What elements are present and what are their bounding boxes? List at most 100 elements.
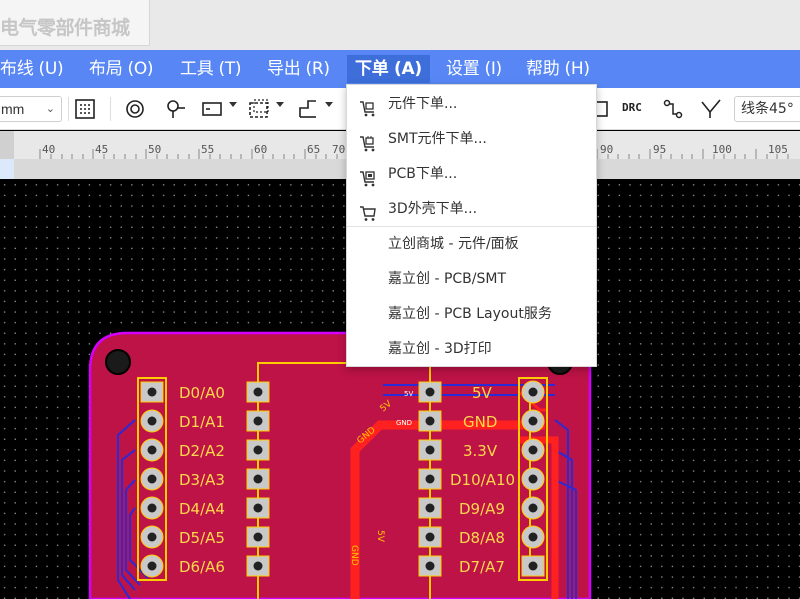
pin-label: D6/A6 xyxy=(179,558,225,576)
document-tab[interactable]: 电气零部件商城 xyxy=(0,0,150,46)
order-menu-dropdown: 元件下单... SMT元件下单... PCB下单... 3D外壳下单... 立创… xyxy=(346,84,597,367)
pad-hole xyxy=(528,416,538,426)
menu-item-jlc-pcb-smt[interactable]: 嘉立创 - PCB/SMT xyxy=(347,262,596,297)
rect-icon[interactable] xyxy=(201,98,223,120)
document-tab-title: 电气零部件商城 xyxy=(0,17,130,39)
cart-icon xyxy=(359,201,377,221)
pad-hole xyxy=(528,561,538,571)
net-label: GND xyxy=(396,419,412,427)
pin-label: D2/A2 xyxy=(179,442,225,460)
pin-label: 5V xyxy=(472,384,493,402)
ruler-tick: 50 xyxy=(148,143,161,156)
ruler-tick: 60 xyxy=(254,143,267,156)
pin-label: D5/A5 xyxy=(179,529,225,547)
menu-item-label: SMT元件下单... xyxy=(388,131,487,147)
component-order-icon xyxy=(359,96,377,117)
pad-hole xyxy=(253,445,263,455)
line-icon[interactable] xyxy=(297,98,319,120)
menu-bar: 布线 (U) 布局 (O) 工具 (T) 导出 (R) 下单 (A) 设置 (I… xyxy=(0,50,800,88)
route-icon[interactable] xyxy=(662,98,684,120)
pad-hole xyxy=(425,532,435,542)
unit-select[interactable]: mm ⌄ xyxy=(0,96,62,122)
pin-label: D9/A9 xyxy=(459,500,505,518)
pin-label: D1/A1 xyxy=(179,413,225,431)
menu-item-component-order[interactable]: 元件下单... xyxy=(347,87,596,122)
menu-item-label: 嘉立创 - PCB Layout服务 xyxy=(388,306,552,322)
net-label: GND xyxy=(349,545,359,566)
ruler-tick: 55 xyxy=(201,143,214,156)
ruler-tick: 40 xyxy=(42,143,55,156)
pin-label: D3/A3 xyxy=(179,471,225,489)
ruler-tick: 95 xyxy=(653,143,666,156)
menu-item-label: 立创商城 - 元件/面板 xyxy=(388,236,519,252)
pad-hole xyxy=(528,387,538,397)
pad-hole xyxy=(253,561,263,571)
ruler-tick: 100 xyxy=(712,143,732,156)
dashed-rect-icon[interactable] xyxy=(248,98,270,120)
chevron-down-icon[interactable] xyxy=(276,102,284,107)
pin-label: GND xyxy=(463,413,497,431)
menu-item-pcb-order[interactable]: PCB下单... xyxy=(347,157,596,192)
pin-label: D4/A4 xyxy=(179,500,225,518)
mounting-hole xyxy=(105,349,131,375)
route-mode-select[interactable]: 线条45° xyxy=(734,96,800,122)
chevron-down-icon[interactable] xyxy=(229,102,237,107)
pin-label: D0/A0 xyxy=(179,384,225,402)
pad-hole xyxy=(425,416,435,426)
pad-hole xyxy=(147,503,157,513)
pad-hole xyxy=(147,387,157,397)
pad-hole xyxy=(425,561,435,571)
pad-hole xyxy=(253,503,263,513)
menu-settings[interactable]: 设置 (I) xyxy=(446,55,502,83)
ruler-tick: 105 xyxy=(768,143,788,156)
menu-item-label: 元件下单... xyxy=(388,96,458,112)
pad-hole xyxy=(425,474,435,484)
via-icon[interactable] xyxy=(124,98,146,120)
menu-order[interactable]: 下单 (A) xyxy=(347,55,430,83)
pin-icon[interactable] xyxy=(165,98,187,120)
ruler-corner xyxy=(0,131,14,159)
menu-export[interactable]: 导出 (R) xyxy=(267,55,330,83)
menu-help[interactable]: 帮助 (H) xyxy=(526,55,590,83)
menu-layout[interactable]: 布局 (O) xyxy=(89,55,154,83)
smt-order-icon xyxy=(359,131,377,152)
chevron-down-icon: ⌄ xyxy=(45,103,55,115)
menu-tools[interactable]: 工具 (T) xyxy=(180,55,242,83)
pin-label: D8/A8 xyxy=(459,529,505,547)
pad-hole xyxy=(147,474,157,484)
pad-hole xyxy=(528,445,538,455)
drc-button[interactable]: DRC xyxy=(622,101,642,114)
tab-bar: 电气零部件商城 xyxy=(0,0,800,50)
pin-label: D7/A7 xyxy=(459,558,505,576)
menu-item-jlc-3d-print[interactable]: 嘉立创 - 3D打印 xyxy=(347,332,596,367)
menu-item-label: 3D外壳下单... xyxy=(388,201,478,217)
pad-hole xyxy=(425,503,435,513)
menu-item-label: 嘉立创 - PCB/SMT xyxy=(388,271,507,287)
grid-icon[interactable] xyxy=(74,98,96,120)
toolbar-divider xyxy=(110,97,111,121)
pad-hole xyxy=(425,445,435,455)
pad-hole xyxy=(147,445,157,455)
menu-item-label: PCB下单... xyxy=(388,166,458,182)
menu-item-3d-shell-order[interactable]: 3D外壳下单... xyxy=(347,192,596,227)
pad-hole xyxy=(528,532,538,542)
pad-hole xyxy=(253,387,263,397)
pad-hole xyxy=(147,532,157,542)
net-label: 5V xyxy=(375,530,385,543)
menu-item-jlc-layout[interactable]: 嘉立创 - PCB Layout服务 xyxy=(347,297,596,332)
menu-item-smt-order[interactable]: SMT元件下单... xyxy=(347,122,596,157)
ruler-tick: 90 xyxy=(600,143,613,156)
pad-hole xyxy=(253,474,263,484)
pin-label: 3.3V xyxy=(463,442,498,460)
pad-hole xyxy=(528,474,538,484)
net-label: 5V xyxy=(404,390,413,398)
menu-item-lcsc-mall[interactable]: 立创商城 - 元件/面板 xyxy=(347,227,596,262)
chevron-down-icon[interactable] xyxy=(325,102,333,107)
pcb-order-icon xyxy=(359,166,377,187)
ruler-tick: 45 xyxy=(95,143,108,156)
angle-icon[interactable] xyxy=(700,98,722,120)
unit-value: mm xyxy=(1,101,25,117)
toolbar-divider xyxy=(68,97,69,121)
pad-hole xyxy=(253,416,263,426)
menu-route[interactable]: 布线 (U) xyxy=(0,55,64,83)
